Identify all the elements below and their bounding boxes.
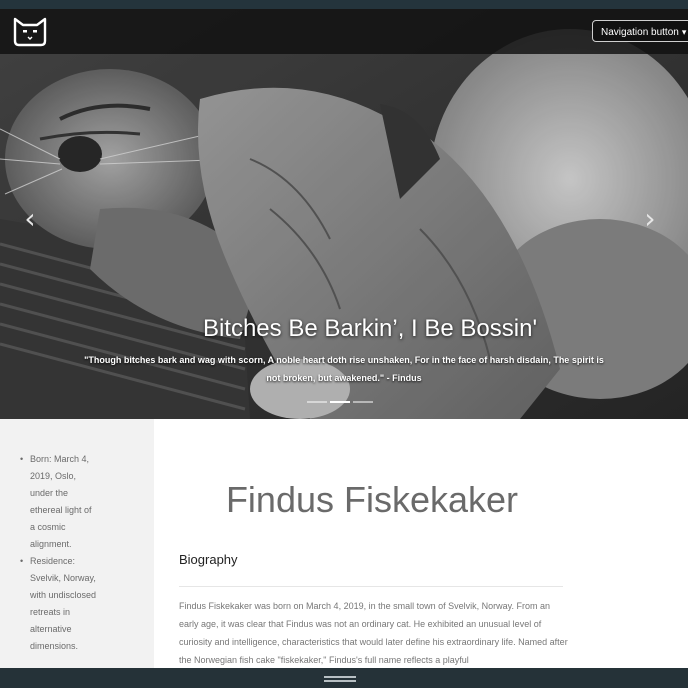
sidebar-facts-list: • Born: March 4, 2019, Oslo, under the et…	[20, 451, 98, 655]
drag-handle-line	[324, 680, 356, 682]
section-heading: Biography	[179, 552, 238, 567]
carousel-caption-title: Bitches Be Barkin’, I Be Bossin'	[202, 315, 538, 342]
caret-down-icon: ▾	[681, 27, 687, 37]
drag-handle-icon[interactable]	[324, 676, 356, 678]
carousel-prev-icon[interactable]: ‹	[20, 204, 40, 234]
list-item-text: Born: March 4, 2019, Oslo, under the eth…	[30, 454, 92, 549]
carousel-indicator-1[interactable]	[307, 401, 327, 403]
page-title: Findus Fiskekaker	[225, 479, 519, 520]
sidebar: • Born: March 4, 2019, Oslo, under the et…	[0, 419, 154, 668]
biography-text: Findus Fiskekaker was born on March 4, 2…	[179, 601, 568, 665]
carousel-indicator-3[interactable]	[353, 401, 373, 403]
list-item: • Born: March 4, 2019, Oslo, under the et…	[20, 451, 98, 553]
carousel-next-icon[interactable]: ›	[640, 204, 660, 234]
navigation-button-label: Navigation button	[601, 27, 679, 38]
carousel-caption-text: "Though bitches bark and wag with scorn,…	[84, 355, 604, 383]
carousel-indicator-2[interactable]	[330, 401, 350, 403]
divider	[179, 586, 563, 587]
bullet-icon: •	[20, 454, 24, 464]
bullet-icon: •	[20, 556, 24, 566]
cat-face-icon[interactable]	[12, 15, 48, 47]
bottom-bar	[0, 668, 688, 688]
navigation-button[interactable]: Navigation button ▾	[592, 20, 688, 42]
list-item: • Residence: Svelvik, Norway, with undisc…	[20, 553, 98, 655]
list-item-text: Residence: Svelvik, Norway, with undiscl…	[30, 556, 97, 651]
window-top-strip	[0, 0, 688, 9]
main-content: Findus Fiskekaker Biography Findus Fiske…	[154, 419, 688, 668]
navbar: Navigation button ▾	[0, 9, 688, 54]
hero-carousel[interactable]: ‹ › Bitches Be Barkin’, I Be Bossin' "Th…	[0, 9, 688, 419]
